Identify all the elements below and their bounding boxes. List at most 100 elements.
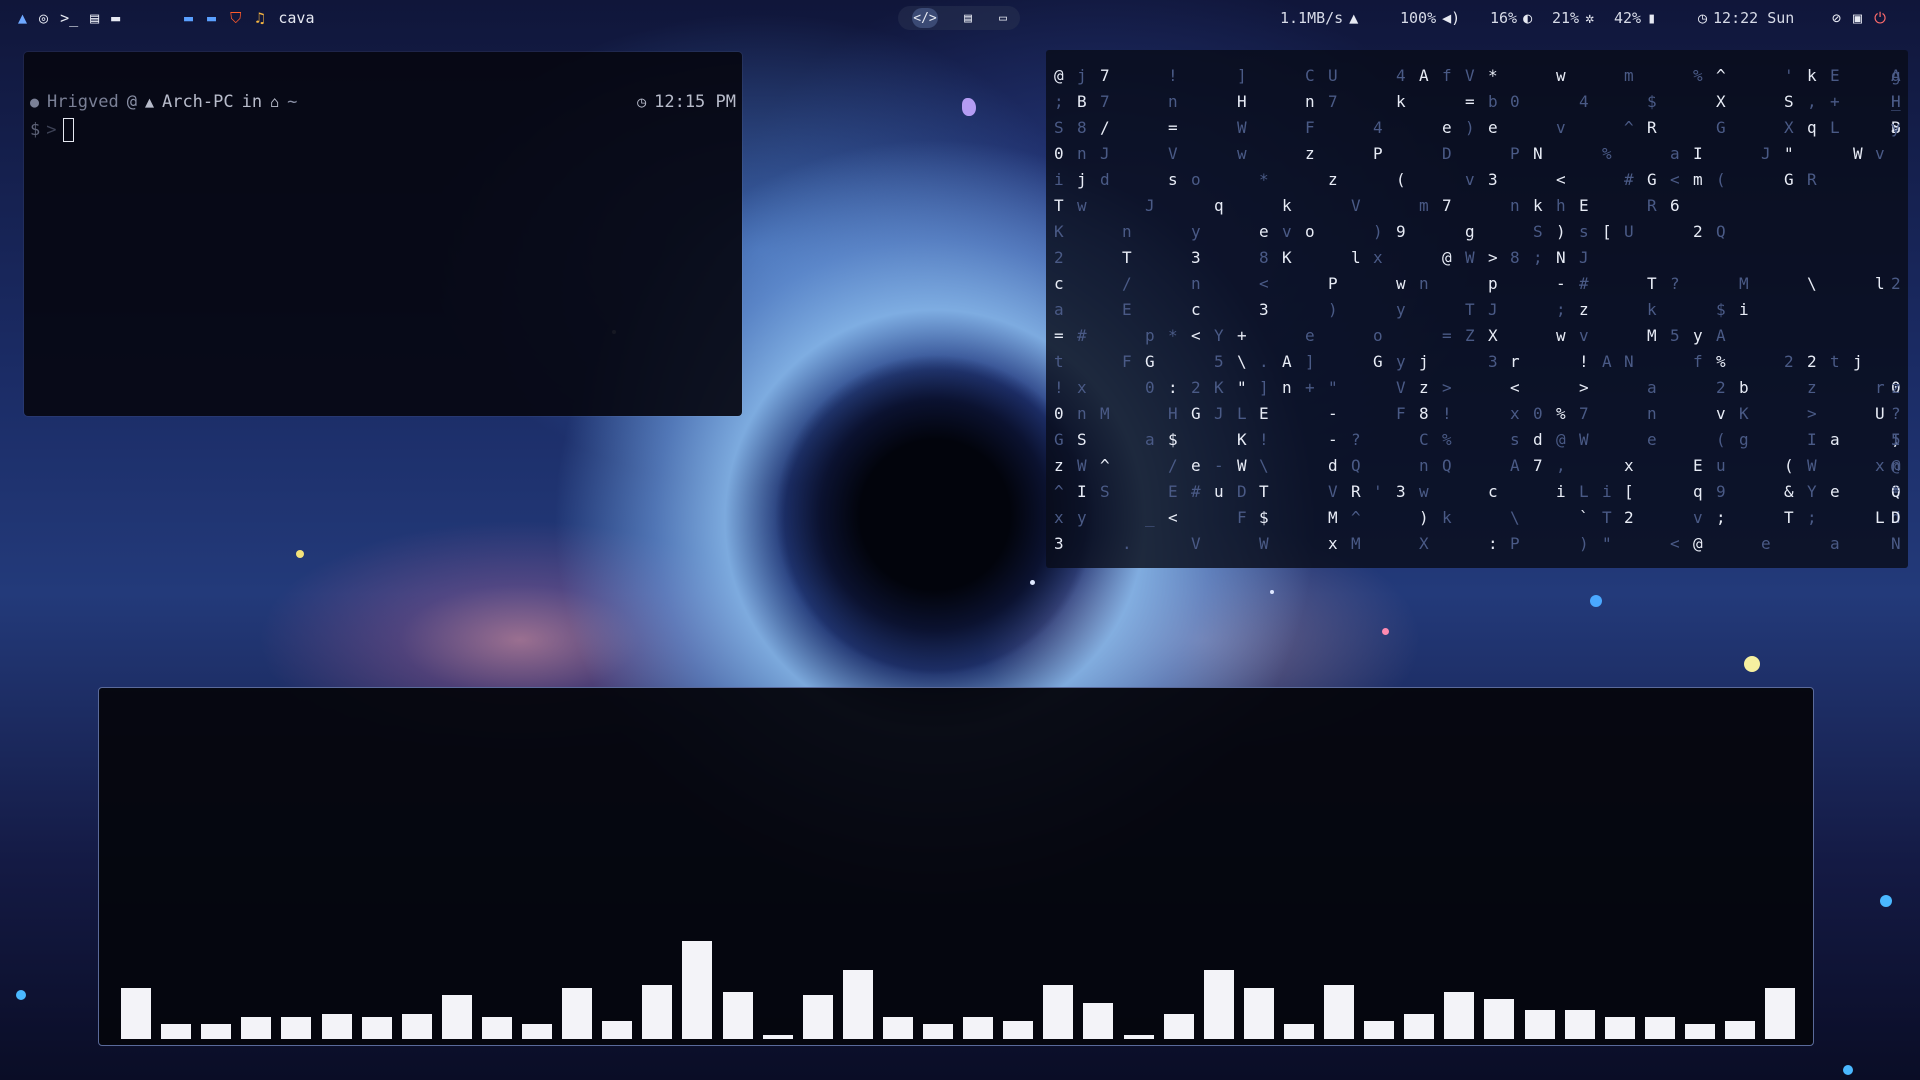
matrix-char: q bbox=[1214, 196, 1224, 215]
matrix-char: y bbox=[1396, 300, 1406, 319]
wallpaper-icon[interactable]: ▣ bbox=[1853, 9, 1862, 27]
matrix-char: J bbox=[1488, 300, 1498, 319]
matrix-char: y bbox=[1077, 508, 1087, 527]
matrix-char: M bbox=[1328, 508, 1338, 527]
audio-bar bbox=[1484, 999, 1514, 1039]
workspace-window[interactable]: ▤ bbox=[955, 8, 981, 28]
matrix-char: ' bbox=[1373, 482, 1383, 501]
matrix-char: K bbox=[1282, 248, 1292, 267]
audio-bar bbox=[1444, 992, 1474, 1039]
brave-icon[interactable]: ⛉ bbox=[230, 9, 241, 27]
terminal-icon[interactable]: >_ bbox=[60, 9, 78, 27]
matrix-char: / bbox=[1100, 118, 1110, 137]
matrix-char: 2 bbox=[1693, 222, 1703, 241]
net-speed-module[interactable]: 1.1MB/s ▲ bbox=[1280, 8, 1358, 28]
calendar-icon[interactable]: ▤ bbox=[90, 9, 99, 27]
input-line[interactable]: $ > bbox=[30, 118, 74, 142]
cava-icon[interactable]: ♫ bbox=[255, 9, 264, 27]
github-icon[interactable]: ◎ bbox=[39, 9, 48, 27]
matrix-char: X bbox=[1784, 118, 1794, 137]
matrix-char: [ bbox=[1624, 482, 1634, 501]
matrix-char: 3 bbox=[1396, 482, 1406, 501]
audio-bar bbox=[1685, 1024, 1715, 1039]
matrix-char: + bbox=[1830, 92, 1840, 111]
matrix-char: j bbox=[1077, 66, 1087, 85]
matrix-char: N bbox=[1891, 534, 1901, 553]
matrix-char: j bbox=[1419, 352, 1429, 371]
matrix-char: " bbox=[1602, 534, 1612, 553]
wallpaper-star bbox=[1590, 595, 1602, 607]
matrix-char: M bbox=[1647, 326, 1657, 345]
folder-blue-icon[interactable]: ▬ bbox=[184, 9, 193, 27]
matrix-char: ` bbox=[1579, 508, 1589, 527]
power-icon[interactable]: ⏻ bbox=[1874, 9, 1886, 27]
clock-module[interactable]: ◷ 12:22 Sun bbox=[1698, 8, 1794, 28]
matrix-char: G bbox=[1784, 170, 1794, 189]
workspace-folder[interactable]: ▭ bbox=[990, 8, 1016, 28]
matrix-char: 7 bbox=[1579, 404, 1589, 423]
matrix-char: e bbox=[1488, 118, 1498, 137]
matrix-char: % bbox=[1602, 144, 1612, 163]
volume-module[interactable]: 100% ◀) bbox=[1400, 8, 1460, 28]
matrix-char: n bbox=[1282, 378, 1292, 397]
matrix-char: C bbox=[1419, 430, 1429, 449]
matrix-char: T bbox=[1784, 508, 1794, 527]
matrix-char: g bbox=[1739, 430, 1749, 449]
arch-logo-icon[interactable]: ▲ bbox=[18, 9, 27, 27]
matrix-char: 7 bbox=[1100, 92, 1110, 111]
matrix-char: w bbox=[1396, 274, 1406, 293]
matrix-char: G bbox=[1054, 430, 1064, 449]
matrix-char: g bbox=[1891, 66, 1901, 85]
matrix-char: X bbox=[1716, 92, 1726, 111]
matrix-char: ) bbox=[1579, 534, 1589, 553]
cava-visualizer-window[interactable] bbox=[98, 687, 1814, 1046]
terminal-window[interactable]: ● Hrigved @ ▲ Arch-PC in ⌂ ~ ◷ 12:15 PM … bbox=[24, 52, 742, 416]
matrix-char: > bbox=[1488, 248, 1498, 267]
workspace-code[interactable]: </> bbox=[912, 8, 938, 28]
brightness-module[interactable]: 16% ◐ bbox=[1490, 8, 1532, 28]
matrix-char: ; bbox=[1807, 508, 1817, 527]
matrix-char: ) bbox=[1465, 118, 1475, 137]
matrix-char: G bbox=[1191, 404, 1201, 423]
matrix-char: N bbox=[1556, 248, 1566, 267]
matrix-char: c bbox=[1488, 482, 1498, 501]
audio-bar bbox=[161, 1024, 191, 1039]
matrix-char: X bbox=[1419, 534, 1429, 553]
folder-icon[interactable]: ▬ bbox=[111, 9, 120, 27]
active-window-title[interactable]: cava bbox=[278, 9, 314, 27]
battery-module[interactable]: 42% ▮ bbox=[1614, 8, 1656, 28]
matrix-char: m bbox=[1419, 196, 1429, 215]
folder-blue-icon[interactable]: ▬ bbox=[207, 9, 216, 27]
matrix-char: ] bbox=[1305, 352, 1315, 371]
matrix-char: @ bbox=[1442, 248, 1452, 267]
matrix-char: \ bbox=[1510, 508, 1520, 527]
audio-bar bbox=[522, 1024, 552, 1039]
audio-bar bbox=[723, 992, 753, 1039]
audio-bar bbox=[763, 1035, 793, 1039]
matrix-char: ) bbox=[1373, 222, 1383, 241]
matrix-char: K bbox=[1214, 378, 1224, 397]
cpu-module[interactable]: 21% ✲ bbox=[1552, 8, 1594, 28]
network-icon: ▲ bbox=[1349, 9, 1359, 27]
matrix-char: . bbox=[1259, 352, 1269, 371]
matrix-char: X bbox=[1488, 326, 1498, 345]
matrix-char: @ bbox=[1054, 66, 1064, 85]
matrix-rain-window[interactable]: @ j 7!] C U 4 Af V * w m% ^ ' k E Ag; B 7 n Hn 7 k = b 0 4 $ X S, + H H… bbox=[1046, 50, 1908, 568]
matrix-char: ; bbox=[1716, 508, 1726, 527]
audio-bar bbox=[121, 988, 151, 1039]
matrix-char: D bbox=[1442, 144, 1452, 163]
matrix-char: ? bbox=[1670, 274, 1680, 293]
matrix-char: $ bbox=[1647, 92, 1657, 111]
matrix-char: 3 bbox=[1259, 300, 1269, 319]
eye-off-icon[interactable]: ⊘ bbox=[1832, 9, 1841, 27]
matrix-char: : bbox=[1168, 378, 1178, 397]
matrix-char: W bbox=[1579, 430, 1589, 449]
matrix-char: = bbox=[1442, 326, 1452, 345]
matrix-char: J bbox=[1214, 404, 1224, 423]
matrix-char: = bbox=[1168, 118, 1178, 137]
matrix-char: 8 bbox=[1419, 404, 1429, 423]
matrix-char: A bbox=[1510, 456, 1520, 475]
matrix-char: \ bbox=[1259, 456, 1269, 475]
matrix-char: * bbox=[1488, 66, 1498, 85]
matrix-char: M bbox=[1739, 274, 1749, 293]
